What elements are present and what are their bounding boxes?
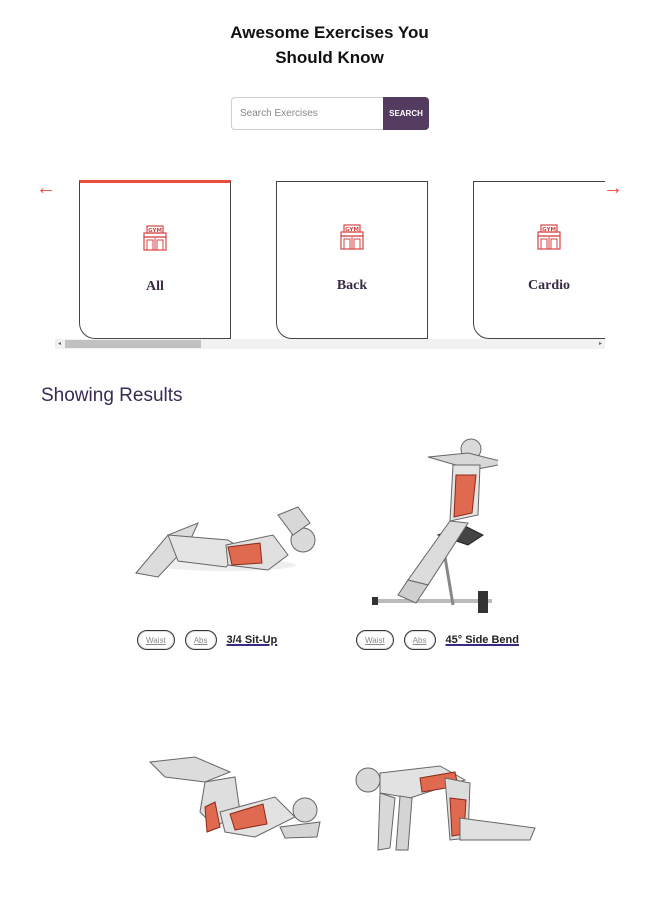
gym-icon: GYM bbox=[143, 225, 167, 251]
body-part-label: All bbox=[146, 279, 164, 294]
kneeling-illustration[interactable] bbox=[350, 758, 540, 858]
tag-badge[interactable]: Waist bbox=[356, 630, 394, 650]
sit-up-illustration[interactable] bbox=[128, 495, 324, 585]
side-bend-illustration[interactable] bbox=[368, 435, 498, 615]
search-button[interactable]: SEARCH bbox=[383, 97, 429, 130]
exercise-name-link[interactable]: 45° Side Bend bbox=[446, 634, 519, 646]
exercise-name-link[interactable]: 3/4 Sit-Up bbox=[227, 634, 278, 646]
search-input[interactable] bbox=[231, 97, 383, 130]
page-title-line-1: Awesome Exercises You bbox=[230, 23, 429, 42]
scrollbar-thumb[interactable] bbox=[65, 340, 201, 348]
body-part-card-all[interactable]: GYM All bbox=[79, 180, 231, 339]
body-part-carousel: GYM All GYM Back GYM Cardio bbox=[55, 178, 605, 350]
page-title-line-2: Should Know bbox=[275, 48, 384, 67]
gym-icon: GYM bbox=[340, 224, 364, 250]
gym-icon: GYM bbox=[537, 224, 561, 250]
carousel-right-arrow-icon[interactable]: → bbox=[603, 178, 623, 198]
results-heading: Showing Results bbox=[41, 385, 183, 406]
scroll-left-icon[interactable]: ◂ bbox=[58, 339, 61, 349]
scroll-right-icon[interactable]: ▸ bbox=[599, 339, 602, 349]
body-part-card-cardio[interactable]: GYM Cardio bbox=[473, 181, 605, 339]
crunch-illustration[interactable] bbox=[145, 752, 325, 842]
body-part-card-back[interactable]: GYM Back bbox=[276, 181, 428, 339]
exercise-meta: Waist Abs 45° Side Bend bbox=[356, 630, 519, 650]
carousel-scrollbar[interactable]: ◂ ▸ bbox=[55, 339, 605, 349]
body-part-label: Back bbox=[336, 278, 368, 293]
tag-badge[interactable]: Abs bbox=[403, 630, 436, 650]
carousel-left-arrow-icon[interactable]: ← bbox=[36, 178, 56, 198]
tag-badge[interactable]: Waist bbox=[137, 630, 175, 650]
search-bar: SEARCH bbox=[231, 97, 429, 130]
body-part-label: Cardio bbox=[528, 278, 570, 293]
page-title: Awesome Exercises You Should Know bbox=[0, 20, 659, 70]
exercise-meta: Waist Abs 3/4 Sit-Up bbox=[137, 630, 277, 650]
tag-badge[interactable]: Abs bbox=[184, 630, 217, 650]
